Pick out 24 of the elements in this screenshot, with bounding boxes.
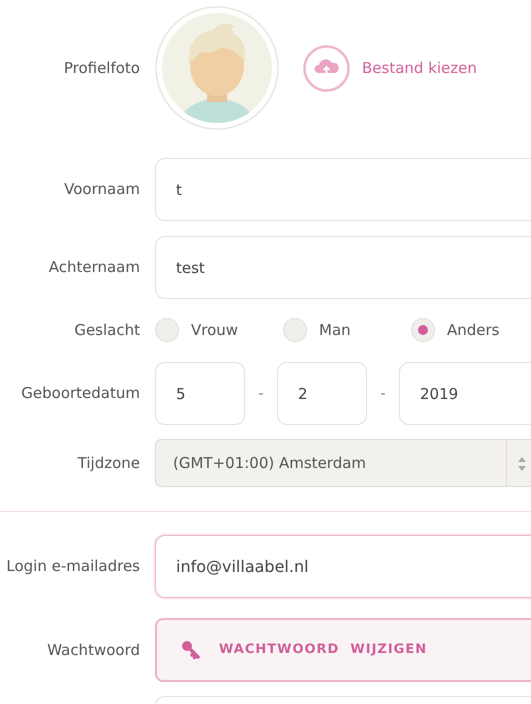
gender-radio[interactable]: Man	[283, 318, 411, 342]
sort-arrows-icon	[517, 457, 527, 471]
email-field[interactable]: info@villaabel.nl	[155, 534, 531, 598]
timezone-select[interactable]: (GMT+01:00) Amsterdam	[155, 439, 531, 487]
date-separator: -	[257, 383, 265, 404]
choose-file-button[interactable]: Bestand kiezen	[303, 44, 477, 92]
key-icon	[181, 640, 201, 660]
month-field[interactable]: 2	[277, 362, 367, 425]
input-field[interactable]: t	[155, 158, 531, 221]
field-label: Voornaam	[63, 179, 140, 200]
day-field[interactable]: 5	[155, 362, 245, 425]
field-label: Profielfoto	[62, 58, 140, 79]
date-separator: -	[379, 383, 387, 404]
cloud-upload-icon	[303, 44, 350, 92]
year-field[interactable]: 2019	[399, 362, 531, 425]
field-label: Geslacht	[73, 320, 140, 341]
field-label: Geboortedatum	[20, 383, 140, 404]
gender-radio[interactable]: Anders	[411, 318, 531, 342]
field-label: Login e-mailadres	[5, 556, 140, 577]
field-label: Tijdzone	[76, 452, 140, 474]
field-label: Achternaam	[48, 257, 140, 278]
gender-radio[interactable]: Vrouw	[155, 318, 283, 342]
input-field[interactable]: test	[155, 236, 531, 299]
field-label: Wachtwoord	[46, 640, 140, 661]
